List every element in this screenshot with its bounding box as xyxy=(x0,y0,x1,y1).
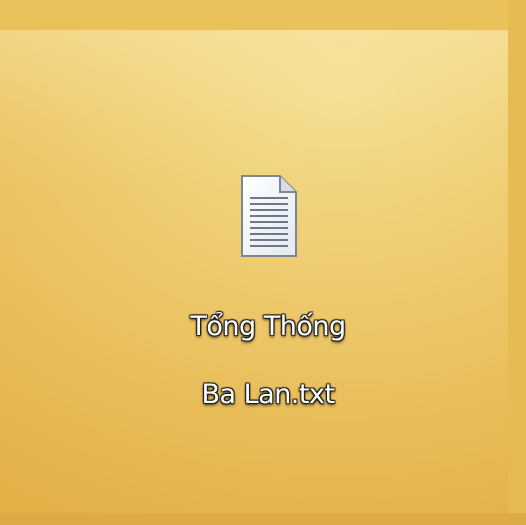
desktop-icon-text-file[interactable]: Tổng Thống Ba Lan.txt xyxy=(168,172,368,412)
wallpaper-glow xyxy=(0,30,508,190)
icon-label-line-2: Ba Lan.txt xyxy=(201,379,335,410)
desktop-icon-label: Tổng Thống Ba Lan.txt xyxy=(168,276,368,412)
wallpaper-right-edge xyxy=(508,0,526,525)
desktop-background[interactable]: Tổng Thống Ba Lan.txt xyxy=(0,0,526,525)
wallpaper-bottom-edge xyxy=(0,513,526,525)
icon-label-line-1: Tổng Thống xyxy=(190,311,346,342)
wallpaper-top-band xyxy=(0,0,526,30)
text-file-icon xyxy=(241,175,297,257)
